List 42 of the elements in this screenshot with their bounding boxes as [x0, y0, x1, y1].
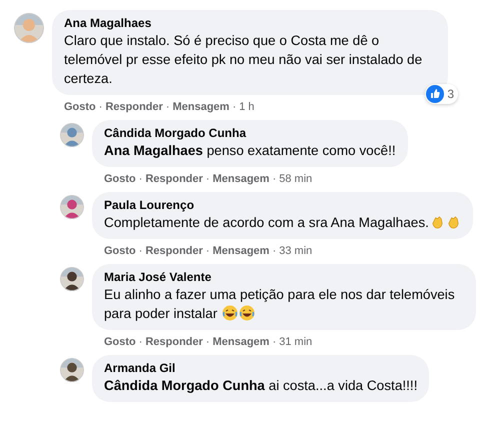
- separator-dot: ·: [206, 244, 210, 258]
- separator-dot: ·: [272, 244, 276, 258]
- action-link[interactable]: Gosto: [104, 335, 136, 349]
- separator-dot: ·: [98, 100, 102, 114]
- separator-dot: ·: [138, 172, 142, 186]
- comment-text: Eu alinho a fazer uma petição para ele nos dar telemóveis para poder instalar: [104, 286, 456, 323]
- separator-dot: ·: [166, 100, 170, 114]
- separator-dot: ·: [138, 335, 142, 349]
- comment-text: Cândida Morgado Cunha ai costa...a vida Costa!!!!: [104, 377, 418, 395]
- separator-dot: ·: [272, 335, 276, 349]
- action-link[interactable]: Mensagem: [212, 172, 270, 186]
- author-name[interactable]: Maria José Valente: [104, 270, 464, 285]
- action-link[interactable]: Responder: [145, 244, 203, 258]
- separator-dot: ·: [206, 172, 210, 186]
- separator-dot: ·: [272, 172, 276, 186]
- action-link[interactable]: Mensagem: [172, 100, 230, 114]
- timestamp[interactable]: 31 min: [279, 335, 312, 349]
- author-name[interactable]: Armanda Gil: [104, 361, 418, 376]
- author-name[interactable]: Cândida Morgado Cunha: [104, 126, 396, 141]
- action-link[interactable]: Responder: [105, 100, 163, 114]
- action-link[interactable]: Gosto: [104, 172, 136, 186]
- separator-dot: ·: [138, 244, 142, 258]
- comment-text: Ana Magalhaes penso exatamente como você!!: [104, 142, 396, 160]
- action-link[interactable]: Responder: [145, 335, 203, 349]
- action-link[interactable]: Mensagem: [212, 244, 270, 258]
- author-name[interactable]: Paula Lourenço: [104, 198, 461, 213]
- action-link[interactable]: Gosto: [104, 244, 136, 258]
- action-link[interactable]: Responder: [145, 172, 203, 186]
- comment-text: Claro que instalo. Só é preciso que o Costa me dê o telemóvel pr esse efeito pk no meu não vai ser instalado de certeza.: [64, 32, 424, 88]
- separator-dot: ·: [206, 335, 210, 349]
- author-name[interactable]: Ana Magalhaes: [64, 16, 436, 31]
- action-link[interactable]: Gosto: [64, 100, 96, 114]
- timestamp[interactable]: 58 min: [279, 172, 312, 186]
- laughing-face-icon: [222, 305, 238, 321]
- separator-dot: ·: [232, 100, 236, 114]
- laughing-face-icon: [239, 305, 256, 321]
- action-link[interactable]: Mensagem: [212, 335, 270, 349]
- comment-text: Completamente de acordo com a sra Ana Magalhaes.: [104, 213, 461, 232]
- timestamp[interactable]: 33 min: [279, 244, 312, 258]
- timestamp[interactable]: 1 h: [239, 100, 254, 114]
- thumbs-up-icon: [426, 85, 444, 103]
- reaction-count[interactable]: 3: [425, 84, 458, 104]
